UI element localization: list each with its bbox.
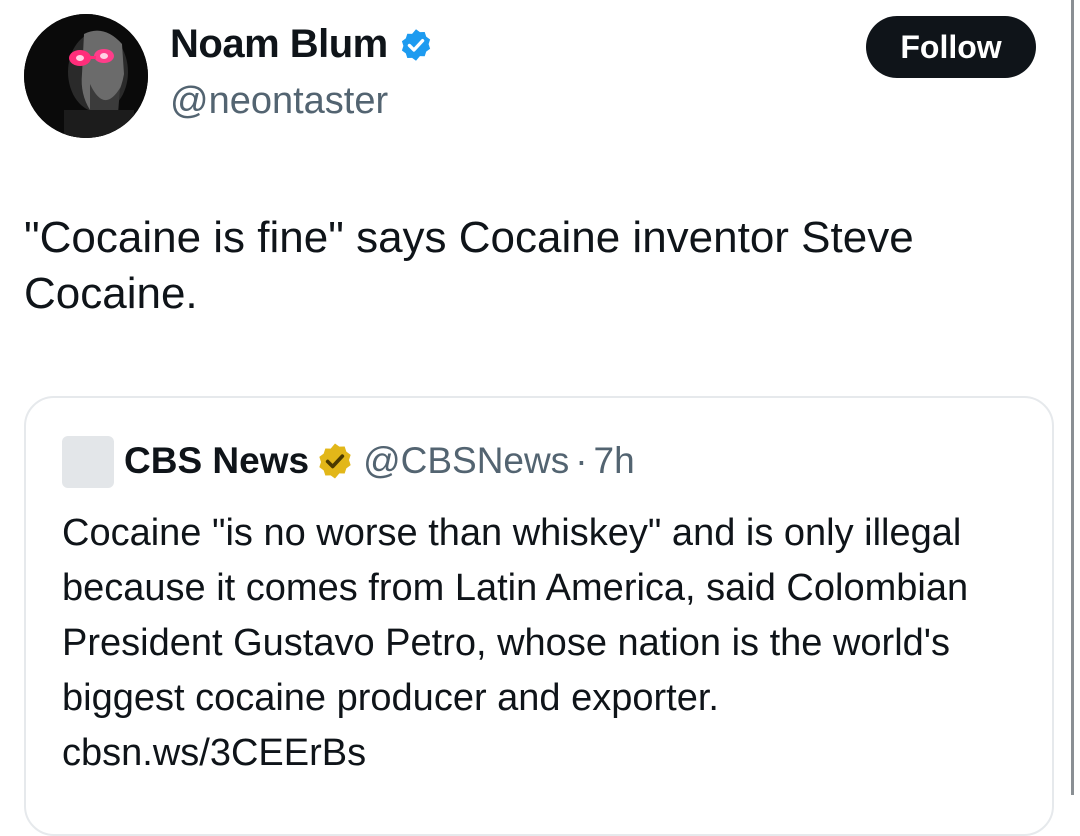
author-handle[interactable]: @neontaster — [170, 80, 388, 123]
quoted-tweet-card[interactable]: CBS News @CBSNews · 7h Cocaine "is no wo… — [24, 396, 1054, 836]
quoted-tweet-timestamp[interactable]: 7h — [594, 440, 635, 482]
quoted-author-handle[interactable]: @CBSNews — [363, 440, 569, 482]
header-separator: · — [575, 440, 588, 481]
follow-button[interactable]: Follow — [866, 16, 1036, 78]
window-edge — [1071, 0, 1074, 795]
quoted-author-name[interactable]: CBS News — [124, 440, 309, 482]
quoted-author-avatar[interactable] — [62, 436, 114, 488]
quoted-tweet-header: CBS News @CBSNews · 7h — [124, 440, 635, 482]
verified-badge-icon — [401, 28, 430, 61]
author-name[interactable]: Noam Blum — [170, 22, 388, 67]
quoted-tweet-text: Cocaine "is no worse than whiskey" and i… — [62, 512, 969, 774]
author-avatar[interactable] — [24, 14, 148, 138]
verified-organization-badge-icon — [319, 443, 351, 479]
tweet-text: "Cocaine is fine" says Cocaine inventor … — [24, 213, 914, 318]
author-name-row[interactable]: Noam Blum — [170, 22, 434, 67]
avatar-image — [24, 14, 148, 138]
